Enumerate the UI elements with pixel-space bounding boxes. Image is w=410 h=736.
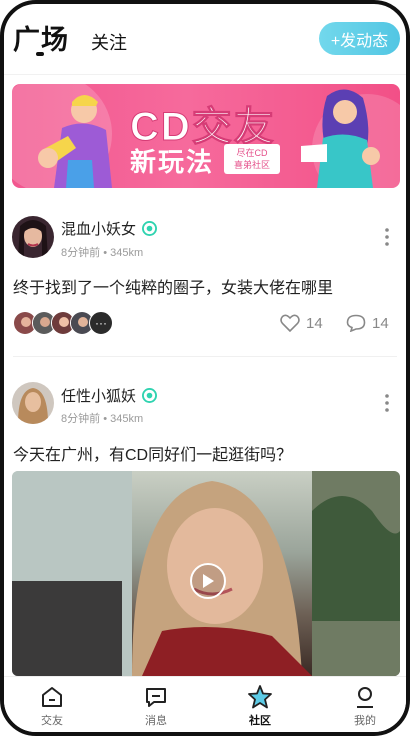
- banner-subtitle: 新玩法: [130, 147, 215, 177]
- avatar[interactable]: [12, 216, 54, 258]
- message-icon: [146, 688, 166, 707]
- comment-count: 14: [372, 314, 389, 332]
- avatar[interactable]: [12, 382, 54, 424]
- home-icon: [42, 687, 62, 707]
- post-time: 8分钟前: [61, 247, 101, 259]
- tab-community[interactable]: 社区: [230, 685, 290, 728]
- like-count: 14: [306, 314, 323, 332]
- post-time: 8分钟前: [61, 413, 101, 425]
- banner-tag: 尽在CD 喜弟社区: [224, 144, 280, 174]
- play-icon: [203, 574, 214, 588]
- header-divider: [4, 74, 406, 75]
- post-distance: 345km: [110, 247, 144, 259]
- bottom-tab-bar: 交友 消息 社区 我的: [4, 676, 406, 732]
- post-status-button[interactable]: +发动态: [319, 22, 400, 55]
- top-header: 广场 关注 +发动态: [4, 4, 406, 74]
- post-username[interactable]: 任性小狐妖: [61, 385, 158, 406]
- banner-tag-line1: 尽在CD: [236, 148, 268, 158]
- banner-illustration-right: [301, 89, 380, 188]
- username-text: 混血小妖女: [61, 221, 137, 238]
- tab-label: 我的: [354, 715, 376, 727]
- tab-label: 消息: [145, 715, 167, 727]
- more-users-icon: ···: [89, 311, 113, 335]
- tab-label: 交友: [41, 715, 63, 727]
- post-meta: 8分钟前 • 345km: [61, 244, 143, 260]
- post-distance: 345km: [110, 413, 144, 425]
- tab-profile[interactable]: 我的: [335, 685, 395, 728]
- like-button[interactable]: 14: [280, 314, 323, 332]
- post-text: 终于找到了一个纯粹的圈子，女装大佬在哪里: [13, 280, 334, 297]
- post-divider: [13, 356, 397, 357]
- profile-icon: [357, 687, 373, 708]
- comment-icon: [346, 314, 366, 332]
- more-options-icon[interactable]: [384, 228, 390, 246]
- comment-button[interactable]: 14: [346, 314, 389, 332]
- promo-banner[interactable]: CD交友 新玩法 尽在CD 喜弟社区: [12, 84, 400, 188]
- heart-icon: [280, 314, 300, 332]
- more-options-icon[interactable]: [384, 394, 390, 412]
- vip-badge-icon: [142, 388, 158, 403]
- phone-frame: 广场 关注 +发动态 CD交友 新玩法 尽在CD 喜弟社区 混血小妖女 8分钟前…: [0, 0, 410, 736]
- post-username[interactable]: 混血小妖女: [61, 218, 158, 239]
- post-meta: 8分钟前 • 345km: [61, 410, 143, 426]
- tab-messages[interactable]: 消息: [126, 685, 186, 728]
- tab-label: 社区: [249, 715, 271, 727]
- username-text: 任性小狐妖: [61, 388, 137, 405]
- active-tab-indicator: [36, 52, 44, 56]
- post-text: 今天在广州，有CD同好们一起逛街吗？: [13, 447, 293, 464]
- tab-friends[interactable]: 交友: [22, 685, 82, 728]
- community-star-icon: [248, 685, 272, 709]
- liked-users[interactable]: ···: [13, 311, 123, 337]
- vip-badge-icon: [142, 221, 158, 236]
- post-video[interactable]: [12, 471, 400, 676]
- play-button[interactable]: [190, 563, 226, 599]
- banner-tag-line2: 喜弟社区: [233, 160, 270, 170]
- tab-follow[interactable]: 关注: [91, 29, 127, 55]
- banner-illustration-left: [38, 95, 112, 188]
